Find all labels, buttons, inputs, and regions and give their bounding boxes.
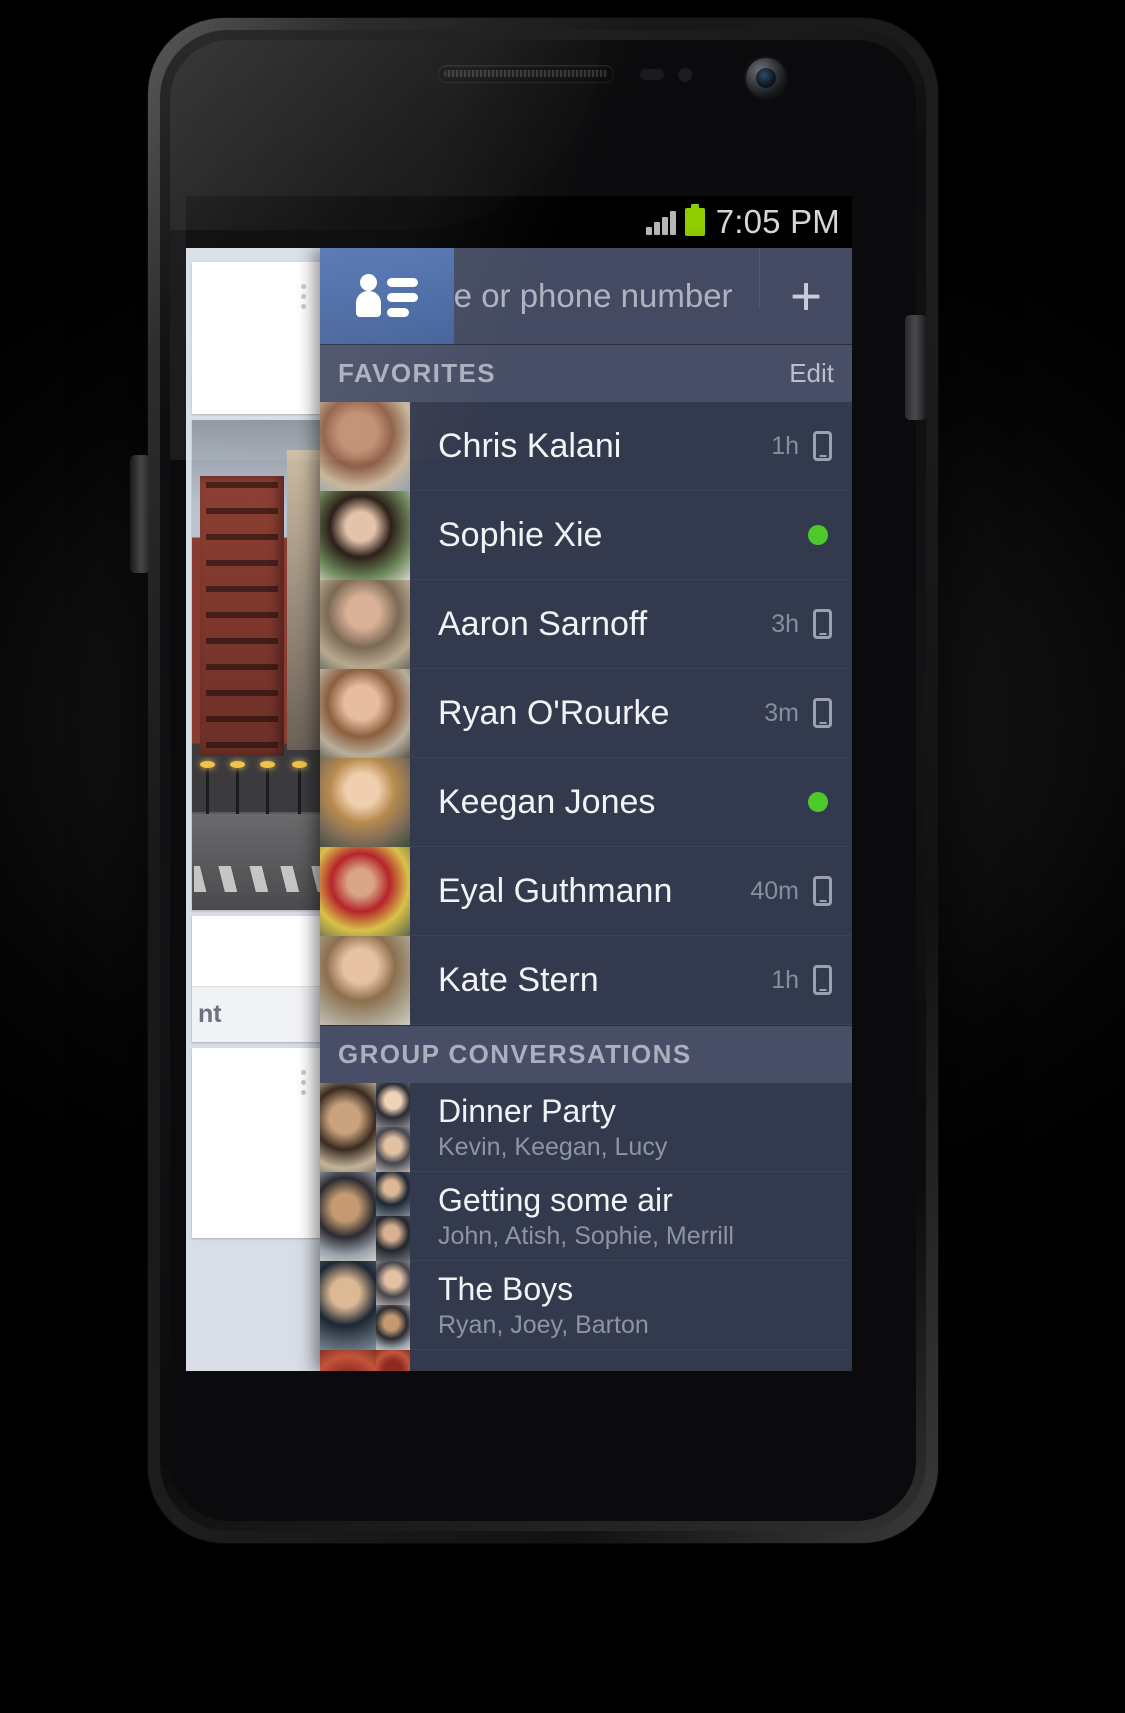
group-row[interactable]: Dinner Party Kevin, Keegan, Lucy bbox=[320, 1082, 852, 1172]
mobile-icon bbox=[813, 965, 832, 995]
group-title: Getting some air bbox=[438, 1181, 673, 1218]
contact-status: 1h bbox=[771, 431, 852, 461]
groups-title: GROUP CONVERSATIONS bbox=[338, 1039, 692, 1069]
avatar bbox=[320, 668, 410, 758]
avatar bbox=[320, 757, 410, 847]
light-sensor bbox=[678, 68, 692, 82]
online-dot-icon bbox=[808, 525, 828, 545]
battery-full-icon bbox=[684, 204, 705, 236]
avatar bbox=[320, 401, 410, 491]
mobile-icon bbox=[813, 698, 832, 728]
contact-status: 1h bbox=[771, 965, 852, 995]
phone-screen: 7:05 PM nt Name or phone number + FAVORI… bbox=[186, 196, 852, 1371]
contact-status bbox=[808, 525, 852, 545]
group-title: The Boys bbox=[438, 1270, 574, 1307]
online-dot-icon bbox=[808, 792, 828, 812]
last-active-time: 1h bbox=[771, 431, 799, 460]
add-contact-button[interactable]: + bbox=[760, 248, 852, 344]
contact-row[interactable]: Keegan Jones bbox=[320, 757, 852, 847]
contact-row[interactable]: Eyal Guthmann 40m bbox=[320, 846, 852, 936]
contact-row[interactable]: Ryan O'Rourke 3m bbox=[320, 668, 852, 758]
group-members: Ryan, Joey, Barton bbox=[438, 1310, 649, 1339]
group-avatar bbox=[320, 1171, 410, 1261]
mobile-icon bbox=[813, 609, 832, 639]
group-avatar bbox=[320, 1082, 410, 1172]
group-row[interactable]: Getting some air John, Atish, Sophie, Me… bbox=[320, 1171, 852, 1261]
contact-status: 40m bbox=[750, 876, 852, 906]
mobile-icon bbox=[813, 876, 832, 906]
comment-bar[interactable]: nt bbox=[192, 986, 320, 1042]
group-members: John, Atish, Sophie, Merrill bbox=[438, 1221, 734, 1250]
status-clock: 7:05 PM bbox=[715, 203, 840, 240]
earpiece-speaker bbox=[438, 65, 614, 82]
mobile-icon bbox=[813, 431, 832, 461]
avatar bbox=[320, 490, 410, 580]
avatar bbox=[320, 846, 410, 936]
power-button[interactable] bbox=[905, 315, 927, 420]
group-text: Dinner Party Kevin, Keegan, Lucy bbox=[410, 1093, 667, 1162]
group-row-partial[interactable] bbox=[320, 1349, 852, 1371]
avatar bbox=[320, 579, 410, 669]
groups-section-header: GROUP CONVERSATIONS bbox=[320, 1025, 852, 1083]
overflow-menu-icon[interactable] bbox=[301, 284, 306, 314]
group-members: Kevin, Keegan, Lucy bbox=[438, 1132, 668, 1161]
avatar bbox=[320, 935, 410, 1025]
contact-row[interactable]: Sophie Xie bbox=[320, 490, 852, 580]
messenger-panel: Name or phone number + FAVORITES Edit Ch… bbox=[320, 248, 852, 1371]
contact-row[interactable]: Aaron Sarnoff 3h bbox=[320, 579, 852, 669]
contact-name: Keegan Jones bbox=[438, 782, 656, 821]
contact-name: Chris Kalani bbox=[438, 426, 622, 465]
contacts-list-button[interactable] bbox=[320, 248, 454, 344]
contact-name: Aaron Sarnoff bbox=[438, 604, 648, 643]
proximity-sensor bbox=[640, 69, 664, 80]
contact-name: Eyal Guthmann bbox=[438, 871, 673, 910]
last-active-time: 40m bbox=[750, 876, 799, 905]
page-backdrop: 7:05 PM nt Name or phone number + FAVORI… bbox=[0, 0, 1125, 1713]
favorites-edit-button[interactable]: Edit bbox=[789, 358, 834, 389]
contact-row[interactable]: Kate Stern 1h bbox=[320, 935, 852, 1025]
contact-status bbox=[808, 792, 852, 812]
group-text: The Boys Ryan, Joey, Barton bbox=[410, 1271, 649, 1340]
front-camera bbox=[746, 58, 786, 98]
newsfeed-card[interactable]: nt bbox=[192, 916, 320, 1042]
contact-name: Ryan O'Rourke bbox=[438, 693, 670, 732]
group-title: Dinner Party bbox=[438, 1092, 616, 1129]
last-active-time: 3h bbox=[771, 609, 799, 638]
contact-name: Sophie Xie bbox=[438, 515, 603, 554]
overflow-menu-icon[interactable] bbox=[301, 1070, 306, 1100]
status-bar: 7:05 PM bbox=[186, 196, 852, 248]
volume-button[interactable] bbox=[130, 455, 150, 573]
newsfeed-card[interactable] bbox=[192, 262, 320, 414]
contact-status: 3h bbox=[771, 609, 852, 639]
newsfeed-card[interactable] bbox=[192, 1048, 320, 1238]
group-avatar bbox=[320, 1349, 410, 1371]
signal-bars-icon bbox=[645, 209, 676, 235]
favorites-title: FAVORITES bbox=[338, 358, 497, 388]
contact-status: 3m bbox=[764, 698, 852, 728]
contact-row[interactable]: Chris Kalani 1h bbox=[320, 401, 852, 491]
comment-label: nt bbox=[198, 1000, 222, 1028]
group-avatar bbox=[320, 1260, 410, 1350]
group-text: Getting some air John, Atish, Sophie, Me… bbox=[410, 1182, 734, 1251]
contact-name: Kate Stern bbox=[438, 960, 599, 999]
newsfeed-photo-card[interactable] bbox=[192, 420, 320, 910]
group-row[interactable]: The Boys Ryan, Joey, Barton bbox=[320, 1260, 852, 1350]
favorites-section-header: FAVORITES Edit bbox=[320, 344, 852, 402]
city-street-photo bbox=[192, 420, 320, 910]
last-active-time: 1h bbox=[771, 965, 799, 994]
last-active-time: 3m bbox=[764, 698, 799, 727]
contacts-list-icon bbox=[356, 273, 418, 319]
